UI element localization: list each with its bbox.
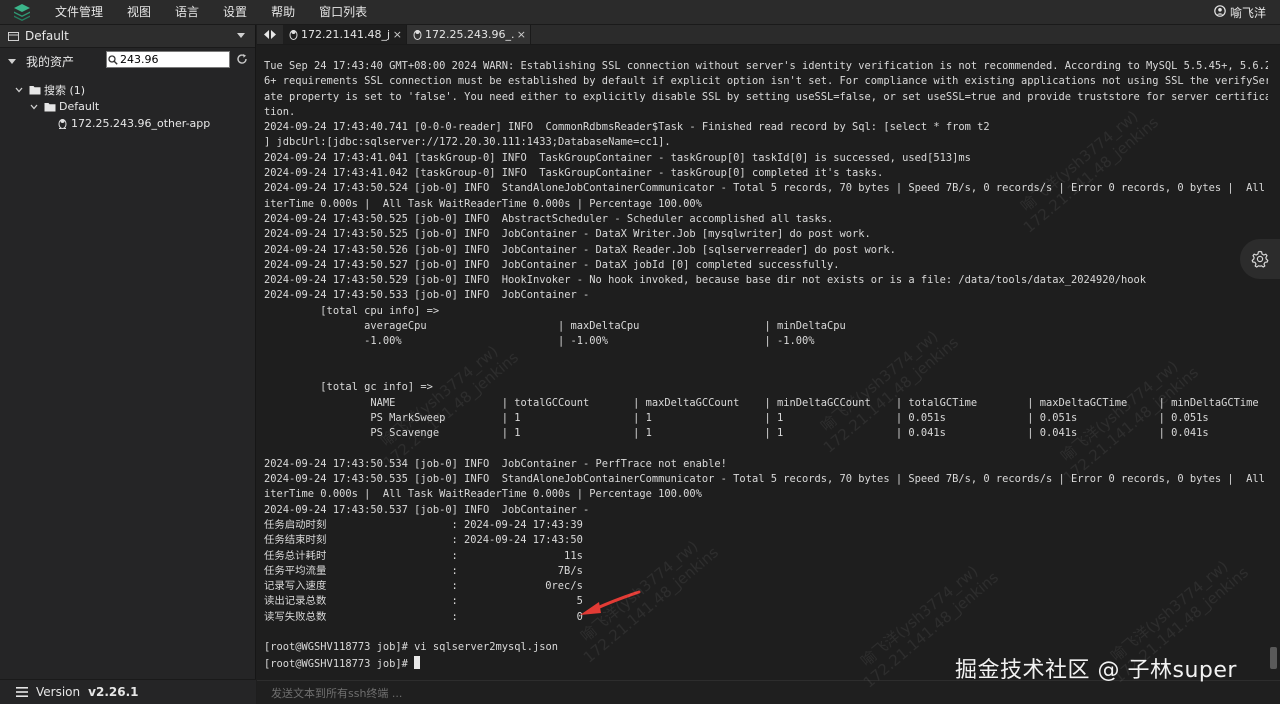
terminal-line: ate property is set to 'false'. You need… [264, 90, 1268, 103]
menu-window-list[interactable]: 窗口列表 [308, 0, 380, 25]
profile-selector[interactable]: Default [0, 25, 255, 48]
scrollbar-thumb[interactable] [1270, 647, 1277, 669]
terminal-scrollbar[interactable] [1268, 46, 1280, 679]
linux-penguin-icon [58, 118, 67, 129]
menu-language[interactable]: 语言 [164, 0, 212, 25]
tree-node-search[interactable]: 搜索 (1) [0, 81, 255, 98]
terminal-line: 2024-09-24 17:43:50.537 [job-0] INFO Job… [264, 503, 590, 516]
terminal-line: 2024-09-24 17:43:50.533 [job-0] INFO Job… [264, 289, 590, 302]
menu-view[interactable]: 视图 [116, 0, 164, 25]
terminal-line: [total gc info] => [264, 381, 433, 394]
terminal-prompt: [root@WGSHV118773 job]# [264, 657, 415, 670]
search-icon [108, 54, 118, 68]
chevron-left-icon[interactable] [264, 28, 269, 42]
terminal-line: 2024-09-24 17:43:50.525 [job-0] INFO Job… [264, 228, 871, 241]
terminal-line: 2024-09-24 17:43:50.527 [job-0] INFO Job… [264, 258, 840, 271]
terminal-line: 2024-09-24 17:43:50.526 [job-0] INFO Job… [264, 243, 896, 256]
asset-tree: 搜索 (1) Default 172.25.243.96_other-app [0, 74, 255, 132]
terminal-line: Tue Sep 24 17:43:40 GMT+08:00 2024 WARN:… [264, 60, 1268, 72]
terminal-line: 任务结束时刻 : 2024-09-24 17:43:50 [264, 534, 583, 547]
terminal-line: 2024-09-24 17:43:41.041 [taskGroup-0] IN… [264, 151, 971, 164]
tree-label: 172.25.243.96_other-app [71, 117, 211, 130]
tab-session-2[interactable]: 172.25.243.96_... × [407, 25, 531, 44]
terminal-output[interactable]: Tue Sep 24 17:43:40 GMT+08:00 2024 WARN:… [257, 46, 1268, 679]
terminal-line: 2024-09-24 17:43:50.524 [job-0] INFO Sta… [264, 182, 1268, 195]
terminal-line: PS Scavenge | 1 | 1 | 1 | 0.041s | 0.041… [264, 427, 1209, 440]
user-name: 喻飞洋 [1229, 6, 1266, 20]
terminal-line: iterTime 0.000s | All Task WaitReaderTim… [264, 197, 702, 210]
linux-penguin-icon [289, 29, 298, 40]
sidebar: Default 我的资产 搜索 (1) Default 172.25.243.9… [0, 25, 256, 704]
user-menu[interactable]: 喻飞洋 [1214, 0, 1266, 25]
terminal-line: ] jdbcUrl:[jdbc:sqlserver://172.20.30.11… [264, 136, 671, 149]
refresh-icon[interactable] [236, 53, 248, 68]
chevron-right-icon[interactable] [271, 28, 276, 42]
assets-header: 我的资产 [0, 48, 255, 74]
app-logo-icon [0, 0, 44, 25]
tree-node-host[interactable]: 172.25.243.96_other-app [0, 115, 255, 132]
terminal-line: 2024-09-24 17:43:50.535 [job-0] INFO Sta… [264, 473, 1268, 486]
menu-settings[interactable]: 设置 [212, 0, 260, 25]
terminal-line: -1.00% | -1.00% | -1.00% [264, 335, 815, 348]
terminal-line: iterTime 0.000s | All Task WaitReaderTim… [264, 488, 702, 501]
close-icon[interactable]: × [393, 28, 402, 41]
terminal-line: 2024-09-24 17:43:50.529 [job-0] INFO Hoo… [264, 274, 1147, 287]
terminal-line: 读写失败总数 : 0 [264, 610, 583, 623]
annotation-arrow-icon [580, 590, 641, 615]
tab-bar: 172.21.141.48_j... × 172.25.243.96_... × [257, 25, 1280, 45]
gear-icon [1251, 250, 1269, 268]
terminal-cursor [414, 655, 421, 669]
menu-lines-icon[interactable] [16, 687, 28, 697]
terminal-settings-button[interactable] [1240, 239, 1280, 279]
collapse-triangle-icon[interactable] [8, 58, 16, 64]
linux-penguin-icon [413, 29, 422, 40]
tree-label: Default [59, 100, 100, 113]
terminal-line: NAME | totalGCCount | maxDeltaGCCount | … [264, 396, 1259, 409]
version-bar: Version v2.26.1 [0, 679, 256, 704]
menu-help[interactable]: 帮助 [260, 0, 308, 25]
tab-session-1[interactable]: 172.21.141.48_j... × [283, 25, 407, 44]
terminal-line: 读出记录总数 : 5 [264, 595, 583, 608]
broadcast-input-placeholder: 发送文本到所有ssh终端 ... [271, 686, 403, 700]
tab-scroll-controls [257, 25, 283, 44]
asset-search-input[interactable] [106, 51, 230, 68]
profile-label: Default [25, 29, 69, 43]
folder-icon [44, 102, 56, 112]
terminal-line: 任务总计耗时 : 11s [264, 549, 583, 562]
juejin-watermark-text: 掘金技术社区 @ 子林super [955, 658, 1237, 683]
terminal-line: 2024-09-24 17:43:50.534 [job-0] INFO Job… [264, 457, 727, 470]
tab-label: 172.25.243.96_... [425, 28, 514, 41]
terminal-line: 2024-09-24 17:43:50.525 [job-0] INFO Abs… [264, 212, 834, 225]
terminal-line: tion. [264, 105, 296, 118]
tab-label: 172.21.141.48_j... [301, 28, 390, 41]
folder-icon [29, 85, 41, 95]
version-number: v2.26.1 [88, 685, 139, 699]
tree-label: 搜索 (1) [44, 83, 86, 97]
menu-file-manager[interactable]: 文件管理 [44, 0, 116, 25]
user-avatar-icon [1214, 5, 1226, 20]
tree-node-default[interactable]: Default [0, 98, 255, 115]
terminal-line: 2024-09-24 17:43:40.741 [0-0-0-reader] I… [264, 121, 990, 134]
terminal-line: 2024-09-24 17:43:41.042 [taskGroup-0] IN… [264, 167, 884, 180]
assets-label: 我的资产 [26, 54, 75, 69]
chevron-down-icon[interactable] [15, 87, 25, 93]
terminal-line: 记录写入速度 : 0rec/s [264, 580, 583, 593]
terminal-line: [total cpu info] => [264, 304, 440, 317]
chevron-down-icon[interactable] [237, 33, 245, 38]
version-label: Version [36, 685, 81, 699]
profile-icon [8, 31, 19, 42]
close-icon[interactable]: × [517, 28, 526, 41]
menu-bar: 文件管理 视图 语言 设置 帮助 窗口列表 喻飞洋 [0, 0, 1280, 25]
terminal-line: PS MarkSweep | 1 | 1 | 1 | 0.051s | 0.05… [264, 411, 1209, 424]
terminal-line: 6+ requirements SSL connection must be e… [264, 75, 1268, 88]
terminal-line: 任务启动时刻 : 2024-09-24 17:43:39 [264, 518, 583, 531]
terminal-line: 任务平均流量 : 7B/s [264, 564, 583, 577]
chevron-down-icon[interactable] [30, 104, 40, 110]
terminal-line: averageCpu | maxDeltaCpu | minDeltaCpu [264, 320, 846, 333]
